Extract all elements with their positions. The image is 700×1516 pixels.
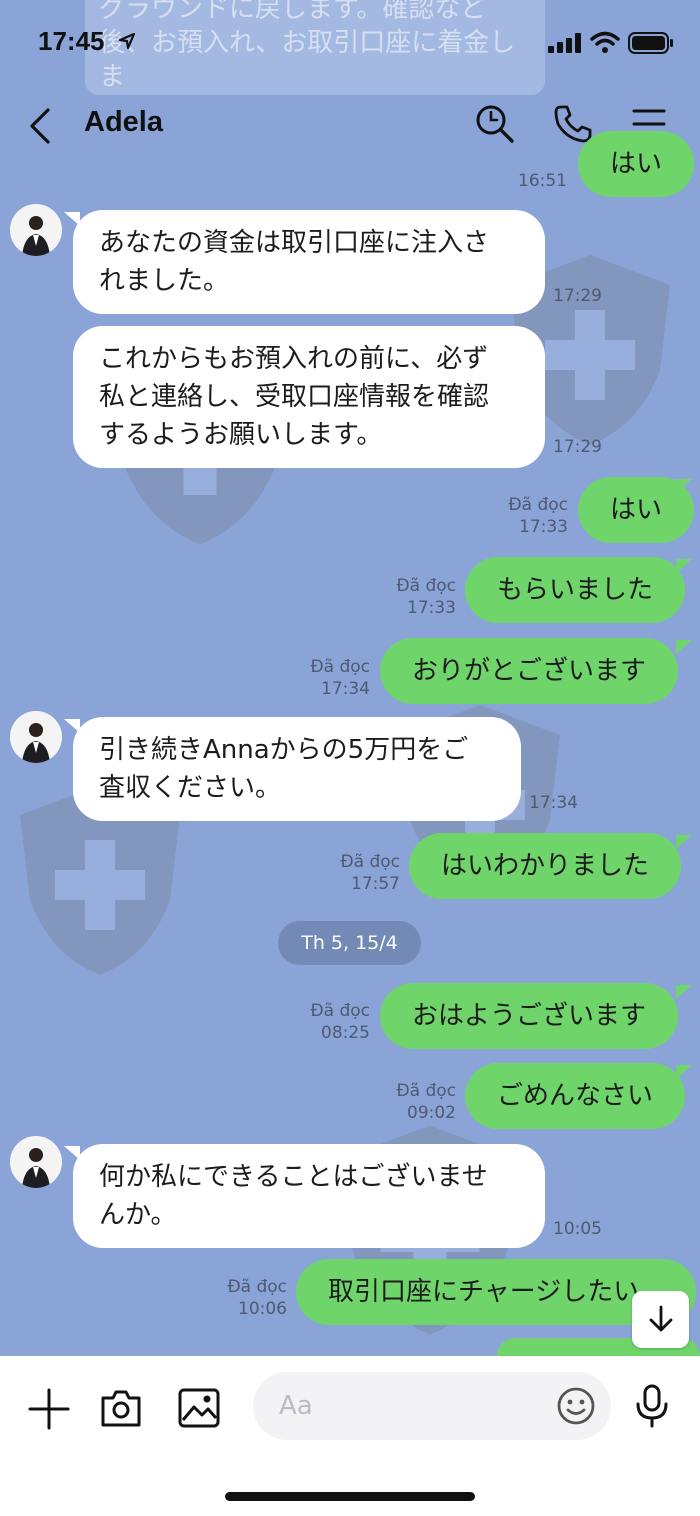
- message-bubble[interactable]: おりがとございます: [380, 638, 679, 704]
- microphone-icon[interactable]: [635, 1384, 669, 1432]
- plus-icon[interactable]: [28, 1388, 70, 1434]
- search-icon[interactable]: [475, 104, 515, 148]
- wifi-icon: [590, 30, 620, 58]
- read-status: Đã đọc: [310, 1001, 370, 1021]
- signal-icon: [548, 33, 582, 57]
- image-icon[interactable]: [178, 1388, 220, 1432]
- message-time: 17:34: [529, 793, 578, 813]
- home-indicator: [225, 1492, 475, 1501]
- arrow-down-icon: [649, 1305, 673, 1332]
- message-time: 16:51: [518, 171, 567, 191]
- emoji-icon[interactable]: [556, 1386, 596, 1430]
- message-bubble[interactable]: はい: [578, 131, 695, 197]
- message-time: 17:29: [553, 286, 602, 306]
- date-separator: Th 5, 15/4: [278, 921, 421, 965]
- read-status: Đã đọc: [340, 852, 400, 872]
- message-time: 17:33: [519, 517, 568, 537]
- scroll-to-bottom-button[interactable]: [632, 1291, 689, 1348]
- camera-icon[interactable]: [100, 1388, 142, 1432]
- read-status: Đã đọc: [310, 657, 370, 677]
- message-bubble[interactable]: はいわかりました: [409, 833, 682, 899]
- read-status: Đã đọc: [396, 576, 456, 596]
- avatar[interactable]: [10, 711, 62, 763]
- message-time: 09:02: [407, 1103, 456, 1123]
- message-time: 17:34: [321, 679, 370, 699]
- message-bubble[interactable]: ごめんなさい: [465, 1063, 686, 1129]
- read-status: Đã đọc: [227, 1277, 287, 1297]
- message-bubble[interactable]: おはようございます: [380, 983, 679, 1049]
- input-bar: [0, 1356, 700, 1516]
- message-bubble[interactable]: あなたの資金は取引口座に注入さ れました。: [73, 210, 545, 314]
- battery-icon: [628, 32, 674, 58]
- chat-title[interactable]: Adela: [84, 106, 163, 139]
- message-bubble[interactable]: 引き続きAnnaからの5万円をご 査収ください。: [73, 717, 521, 821]
- status-time: 17:45: [38, 26, 105, 56]
- message-bubble[interactable]: 何か私にできることはございませ んか。: [73, 1144, 545, 1248]
- avatar[interactable]: [10, 1136, 62, 1188]
- message-time: 17:29: [553, 437, 602, 457]
- message-time: 17:57: [351, 874, 400, 894]
- read-status: Đã đọc: [508, 495, 568, 515]
- avatar[interactable]: [10, 204, 62, 256]
- status-bar: 17:45: [0, 0, 700, 80]
- message-time: 10:05: [553, 1219, 602, 1239]
- read-status: Đã đọc: [396, 1081, 456, 1101]
- message-bubble[interactable]: これからもお預入れの前に、必ず 私と連絡し、受取口座情報を確認 するようお願いし…: [73, 326, 545, 468]
- location-arrow-icon: [118, 32, 136, 54]
- message-time: 08:25: [321, 1023, 370, 1043]
- message-bubble[interactable]: もらいました: [465, 557, 686, 623]
- message-time: 17:33: [407, 598, 456, 618]
- back-icon[interactable]: [26, 106, 54, 150]
- message-time: 10:06: [238, 1299, 287, 1319]
